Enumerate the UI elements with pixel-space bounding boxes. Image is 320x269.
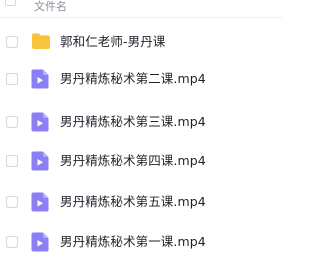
row-checkbox[interactable] — [6, 155, 18, 167]
select-all-checkbox[interactable] — [5, 0, 16, 6]
file-name: 男丹精炼秘术第三课.mp4 — [60, 114, 206, 129]
file-list-header: 文件名 — [0, 0, 282, 17]
file-name: 男丹精炼秘术第四课.mp4 — [60, 153, 206, 168]
row-checkbox[interactable] — [6, 196, 18, 208]
file-name: 男丹精炼秘术第二课.mp4 — [60, 71, 206, 86]
file-name: 男丹精炼秘术第五课.mp4 — [60, 194, 206, 209]
video-file-icon — [31, 192, 50, 212]
file-name: 郭和仁老师-男丹课 — [60, 34, 166, 49]
list-item[interactable]: 男丹精炼秘术第二课.mp4 — [0, 61, 282, 97]
column-header-filename[interactable]: 文件名 — [34, 0, 67, 13]
file-list: 郭和仁老师-男丹课 男丹精炼秘术第二课.mp4 男丹精炼秘术第三课.mp4 男丹… — [0, 18, 282, 269]
list-item[interactable]: 郭和仁老师-男丹课 — [0, 24, 282, 60]
row-checkbox[interactable] — [6, 116, 18, 128]
list-item[interactable]: 男丹精炼秘术第三课.mp4 — [0, 104, 282, 140]
row-checkbox[interactable] — [6, 36, 18, 48]
file-browser: 文件名 郭和仁老师-男丹课 男丹精炼秘术第二课.mp4 男丹精炼秘术第三课.mp… — [0, 0, 282, 269]
list-item[interactable]: 男丹精炼秘术第四课.mp4 — [0, 143, 282, 179]
row-checkbox[interactable] — [6, 73, 18, 85]
list-item[interactable]: 男丹精炼秘术第五课.mp4 — [0, 184, 282, 220]
list-item[interactable]: 男丹精炼秘术第一课.mp4 — [0, 224, 282, 260]
video-file-icon — [31, 232, 50, 252]
video-file-icon — [31, 69, 50, 89]
video-file-icon — [31, 112, 50, 132]
video-file-icon — [31, 151, 50, 171]
row-checkbox[interactable] — [6, 236, 18, 248]
folder-icon — [31, 32, 50, 52]
file-name: 男丹精炼秘术第一课.mp4 — [60, 234, 206, 249]
